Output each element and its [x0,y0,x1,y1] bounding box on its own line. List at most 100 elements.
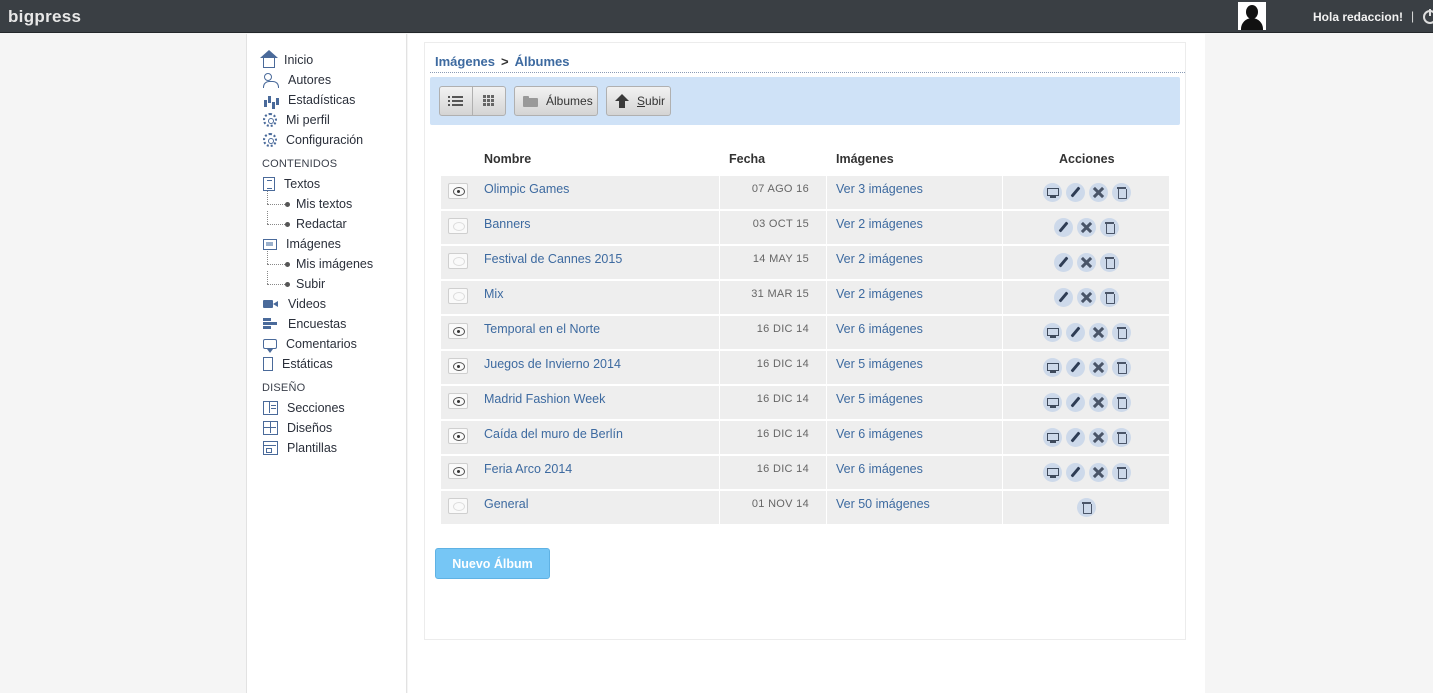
eye-icon[interactable] [448,218,468,234]
view-images-link[interactable]: Ver 6 imágenes [836,322,923,336]
edit-pencil-icon[interactable] [1065,358,1085,377]
sidebar-item-mi-perfil[interactable]: Mi perfil [263,111,403,129]
view-images-link[interactable]: Ver 5 imágenes [836,357,923,371]
sidebar-item-encuestas[interactable]: Encuestas [263,315,403,333]
preview-monitor-icon[interactable] [1042,183,1062,202]
preview-monitor-icon[interactable] [1042,323,1062,342]
album-name-link[interactable]: Festival de Cannes 2015 [484,252,622,266]
view-images-link[interactable]: Ver 3 imágenes [836,182,923,196]
brand-logo[interactable]: bigpress [8,7,81,27]
trash-icon[interactable] [1111,358,1131,377]
grid-view-button[interactable] [472,86,506,116]
edit-pencil-icon[interactable] [1065,183,1085,202]
trash-icon[interactable] [1111,323,1131,342]
close-icon[interactable] [1077,288,1096,307]
edit-pencil-icon[interactable] [1054,288,1073,307]
trash-icon[interactable] [1111,183,1131,202]
eye-icon[interactable] [448,393,468,409]
preview-monitor-icon[interactable] [1042,428,1062,447]
close-icon[interactable] [1088,428,1108,447]
new-album-button[interactable]: Nuevo Álbum [435,548,550,579]
trash-icon[interactable] [1111,393,1131,412]
album-name-link[interactable]: Olimpic Games [484,182,569,196]
header-separator: | [1411,9,1415,23]
preview-monitor-icon[interactable] [1042,463,1062,482]
eye-icon[interactable] [448,428,468,444]
list-view-button[interactable] [439,86,473,116]
sidebar-item-configuracion[interactable]: Configuración [263,131,403,149]
power-icon[interactable] [1423,9,1433,24]
edit-pencil-icon[interactable] [1065,463,1085,482]
trash-icon[interactable] [1100,288,1119,307]
sidebar-item-textos[interactable]: Textos [263,175,403,193]
close-icon[interactable] [1088,463,1108,482]
eye-icon[interactable] [448,323,468,339]
upload-arrow-icon [615,94,629,108]
view-images-link[interactable]: Ver 5 imágenes [836,392,923,406]
column-header-date[interactable]: Fecha [729,152,765,166]
sidebar-item-plantillas[interactable]: Plantillas [263,439,403,457]
sidebar-item-secciones[interactable]: Secciones [263,399,403,417]
album-name-link[interactable]: Banners [484,217,531,231]
sidebar-item-estadisticas[interactable]: Estadísticas [263,91,403,109]
eye-icon[interactable] [448,498,468,514]
edit-pencil-icon[interactable] [1065,428,1085,447]
sidebar-subitem-mis-textos[interactable]: Mis textos [265,191,352,213]
sidebar-subitem-redactar[interactable]: Redactar [265,211,347,233]
sidebar-item-imagenes[interactable]: Imágenes [263,235,403,253]
close-icon[interactable] [1088,358,1108,377]
close-icon[interactable] [1077,253,1096,272]
sidebar-item-label: Comentarios [286,337,357,351]
user-avatar[interactable] [1238,2,1266,30]
edit-pencil-icon[interactable] [1065,393,1085,412]
view-images-link[interactable]: Ver 2 imágenes [836,252,923,266]
upload-button[interactable]: Subir [606,86,671,116]
albums-button[interactable]: Álbumes [514,86,598,116]
breadcrumb-current[interactable]: Álbumes [515,54,570,69]
trash-icon[interactable] [1111,463,1131,482]
sidebar-item-autores[interactable]: Autores [263,71,403,89]
sidebar-item-disenos[interactable]: Diseños [263,419,403,437]
album-name-link[interactable]: Caída del muro de Berlín [484,427,623,441]
album-name-link[interactable]: Juegos de Invierno 2014 [484,357,621,371]
album-name-link[interactable]: General [484,497,528,511]
view-images-link[interactable]: Ver 6 imágenes [836,462,923,476]
view-images-link[interactable]: Ver 6 imágenes [836,427,923,441]
edit-pencil-icon[interactable] [1065,323,1085,342]
preview-monitor-icon[interactable] [1042,358,1062,377]
album-name-link[interactable]: Feria Arco 2014 [484,462,572,476]
album-name-link[interactable]: Temporal en el Norte [484,322,600,336]
edit-pencil-icon[interactable] [1054,218,1073,237]
visibility-cell [441,316,476,349]
sidebar-subitem-mis-imagenes[interactable]: Mis imágenes [265,251,373,273]
eye-icon[interactable] [448,463,468,479]
sidebar-item-videos[interactable]: Videos [263,295,403,313]
sidebar-item-label: Estáticas [282,357,333,371]
view-images-link[interactable]: Ver 2 imágenes [836,217,923,231]
eye-icon[interactable] [448,253,468,269]
close-icon[interactable] [1077,218,1096,237]
sidebar-item-comentarios[interactable]: Comentarios [263,335,403,353]
breadcrumb-parent[interactable]: Imágenes [435,54,495,69]
sidebar-item-estaticas[interactable]: Estáticas [263,355,403,373]
sidebar-item-inicio[interactable]: Inicio [260,50,403,69]
album-name-link[interactable]: Madrid Fashion Week [484,392,605,406]
album-name-link[interactable]: Mix [484,287,503,301]
close-icon[interactable] [1088,323,1108,342]
sidebar-subitem-subir[interactable]: Subir [265,271,325,293]
view-images-link[interactable]: Ver 50 imágenes [836,497,930,511]
eye-icon[interactable] [448,183,468,199]
column-header-name[interactable]: Nombre [484,152,531,166]
eye-icon[interactable] [448,288,468,304]
trash-icon[interactable] [1100,253,1119,272]
eye-icon[interactable] [448,358,468,374]
view-images-link[interactable]: Ver 2 imágenes [836,287,923,301]
close-icon[interactable] [1088,393,1108,412]
edit-pencil-icon[interactable] [1054,253,1073,272]
preview-monitor-icon[interactable] [1042,393,1062,412]
trash-icon[interactable] [1111,428,1131,447]
trash-icon[interactable] [1100,218,1119,237]
user-greeting[interactable]: Hola redaccion! [1313,10,1403,24]
close-icon[interactable] [1088,183,1108,202]
trash-icon[interactable] [1077,498,1096,517]
